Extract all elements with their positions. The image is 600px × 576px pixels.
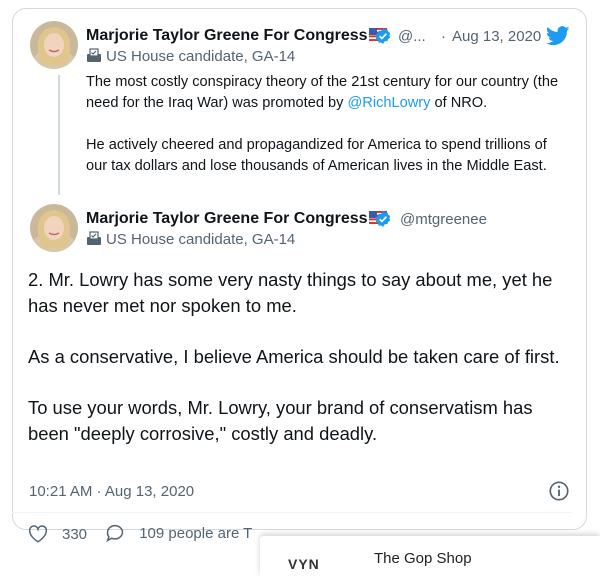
shopping-popup[interactable]: VYN The Gop Shop <box>260 536 600 576</box>
conversation-link[interactable]: 109 people are T <box>105 524 252 543</box>
author-avatar[interactable] <box>30 21 78 69</box>
verified-badge-icon <box>375 211 391 227</box>
tweet-timestamp[interactable]: 10:21 AM · Aug 13, 2020 <box>29 483 194 500</box>
mention-link[interactable]: @RichLowry <box>347 95 430 111</box>
author-name[interactable]: Marjorie Taylor Greene For Congress <box>86 27 387 45</box>
engagement-bar: 330 109 people are T <box>28 524 266 547</box>
author-name[interactable]: Marjorie Taylor Greene For Congress <box>86 210 387 228</box>
author-handle[interactable]: @mtgreenee <box>400 211 487 228</box>
author-avatar[interactable] <box>30 204 78 252</box>
ballot-box-icon <box>87 231 101 245</box>
candidate-label: US House candidate, GA-14 <box>86 231 295 248</box>
talking-text: 109 people are T <box>139 525 253 542</box>
popup-title[interactable]: The Gop Shop <box>374 550 472 567</box>
separator-dot: · <box>441 28 446 45</box>
popup-brand-logo: VYN <box>288 556 320 572</box>
verified-badge-icon <box>375 28 391 44</box>
comment-icon <box>106 524 124 543</box>
ballot-box-icon <box>87 48 101 62</box>
main-tweet-text: 2. Mr. Lowry has some very nasty things … <box>28 269 560 444</box>
like-button[interactable]: 330 <box>28 525 87 543</box>
twitter-bird-icon[interactable] <box>546 26 570 46</box>
info-icon[interactable] <box>548 480 570 502</box>
divider <box>12 512 572 513</box>
like-count: 330 <box>62 525 88 543</box>
tweet-date[interactable]: Aug 13, 2020 <box>452 28 541 45</box>
author-handle[interactable]: @... <box>398 28 426 45</box>
quoted-tweet-text: The most costly conspiracy theory of the… <box>86 74 559 174</box>
heart-icon <box>28 525 48 543</box>
candidate-label: US House candidate, GA-14 <box>86 48 295 65</box>
thread-connector <box>58 75 60 195</box>
